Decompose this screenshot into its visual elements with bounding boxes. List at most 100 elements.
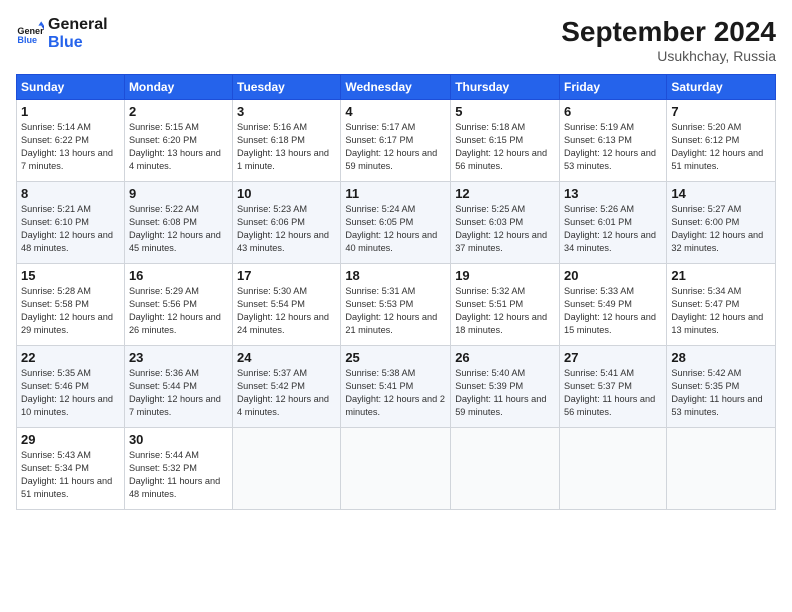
table-row: 10 Sunrise: 5:23 AMSunset: 6:06 PMDaylig… [233, 182, 341, 264]
calendar-week-row: 8 Sunrise: 5:21 AMSunset: 6:10 PMDayligh… [17, 182, 776, 264]
table-row: 8 Sunrise: 5:21 AMSunset: 6:10 PMDayligh… [17, 182, 125, 264]
day-number: 13 [564, 186, 662, 201]
table-row: 22 Sunrise: 5:35 AMSunset: 5:46 PMDaylig… [17, 346, 125, 428]
day-info: Sunrise: 5:19 AMSunset: 6:13 PMDaylight:… [564, 122, 656, 171]
day-info: Sunrise: 5:31 AMSunset: 5:53 PMDaylight:… [345, 286, 437, 335]
table-row: 28 Sunrise: 5:42 AMSunset: 5:35 PMDaylig… [667, 346, 776, 428]
logo-general: General [48, 16, 108, 34]
table-row: 2 Sunrise: 5:15 AMSunset: 6:20 PMDayligh… [124, 100, 232, 182]
day-info: Sunrise: 5:25 AMSunset: 6:03 PMDaylight:… [455, 204, 547, 253]
day-info: Sunrise: 5:24 AMSunset: 6:05 PMDaylight:… [345, 204, 437, 253]
day-number: 7 [671, 104, 771, 119]
col-sunday: Sunday [17, 75, 125, 100]
day-info: Sunrise: 5:40 AMSunset: 5:39 PMDaylight:… [455, 368, 546, 417]
day-info: Sunrise: 5:43 AMSunset: 5:34 PMDaylight:… [21, 450, 112, 499]
day-info: Sunrise: 5:42 AMSunset: 5:35 PMDaylight:… [671, 368, 762, 417]
logo: General Blue General Blue [16, 16, 108, 51]
day-number: 3 [237, 104, 336, 119]
col-thursday: Thursday [451, 75, 560, 100]
table-row [667, 428, 776, 510]
table-row: 15 Sunrise: 5:28 AMSunset: 5:58 PMDaylig… [17, 264, 125, 346]
day-info: Sunrise: 5:16 AMSunset: 6:18 PMDaylight:… [237, 122, 329, 171]
day-info: Sunrise: 5:20 AMSunset: 6:12 PMDaylight:… [671, 122, 763, 171]
day-number: 28 [671, 350, 771, 365]
logo-blue: Blue [48, 34, 108, 52]
day-info: Sunrise: 5:14 AMSunset: 6:22 PMDaylight:… [21, 122, 113, 171]
day-number: 16 [129, 268, 228, 283]
table-row: 26 Sunrise: 5:40 AMSunset: 5:39 PMDaylig… [451, 346, 560, 428]
col-friday: Friday [560, 75, 667, 100]
day-number: 11 [345, 186, 446, 201]
day-info: Sunrise: 5:18 AMSunset: 6:15 PMDaylight:… [455, 122, 547, 171]
day-info: Sunrise: 5:35 AMSunset: 5:46 PMDaylight:… [21, 368, 113, 417]
title-block: September 2024 Usukhchay, Russia [561, 16, 776, 64]
col-saturday: Saturday [667, 75, 776, 100]
day-number: 17 [237, 268, 336, 283]
day-info: Sunrise: 5:29 AMSunset: 5:56 PMDaylight:… [129, 286, 221, 335]
day-info: Sunrise: 5:32 AMSunset: 5:51 PMDaylight:… [455, 286, 547, 335]
logo-icon: General Blue [16, 20, 44, 48]
table-row: 27 Sunrise: 5:41 AMSunset: 5:37 PMDaylig… [560, 346, 667, 428]
day-info: Sunrise: 5:36 AMSunset: 5:44 PMDaylight:… [129, 368, 221, 417]
day-number: 14 [671, 186, 771, 201]
table-row: 7 Sunrise: 5:20 AMSunset: 6:12 PMDayligh… [667, 100, 776, 182]
day-info: Sunrise: 5:38 AMSunset: 5:41 PMDaylight:… [345, 368, 445, 417]
table-row [233, 428, 341, 510]
table-row: 23 Sunrise: 5:36 AMSunset: 5:44 PMDaylig… [124, 346, 232, 428]
table-row: 19 Sunrise: 5:32 AMSunset: 5:51 PMDaylig… [451, 264, 560, 346]
col-wednesday: Wednesday [341, 75, 451, 100]
day-number: 5 [455, 104, 555, 119]
day-number: 19 [455, 268, 555, 283]
day-number: 12 [455, 186, 555, 201]
day-number: 6 [564, 104, 662, 119]
day-info: Sunrise: 5:37 AMSunset: 5:42 PMDaylight:… [237, 368, 329, 417]
day-number: 25 [345, 350, 446, 365]
day-info: Sunrise: 5:34 AMSunset: 5:47 PMDaylight:… [671, 286, 763, 335]
table-row [341, 428, 451, 510]
table-row: 24 Sunrise: 5:37 AMSunset: 5:42 PMDaylig… [233, 346, 341, 428]
day-info: Sunrise: 5:26 AMSunset: 6:01 PMDaylight:… [564, 204, 656, 253]
table-row: 11 Sunrise: 5:24 AMSunset: 6:05 PMDaylig… [341, 182, 451, 264]
calendar-page: General Blue General Blue September 2024… [0, 0, 792, 612]
calendar-week-row: 29 Sunrise: 5:43 AMSunset: 5:34 PMDaylig… [17, 428, 776, 510]
calendar-week-row: 1 Sunrise: 5:14 AMSunset: 6:22 PMDayligh… [17, 100, 776, 182]
month-title: September 2024 [561, 16, 776, 48]
table-row: 18 Sunrise: 5:31 AMSunset: 5:53 PMDaylig… [341, 264, 451, 346]
day-info: Sunrise: 5:30 AMSunset: 5:54 PMDaylight:… [237, 286, 329, 335]
day-number: 23 [129, 350, 228, 365]
col-monday: Monday [124, 75, 232, 100]
day-number: 27 [564, 350, 662, 365]
table-row: 14 Sunrise: 5:27 AMSunset: 6:00 PMDaylig… [667, 182, 776, 264]
table-row: 30 Sunrise: 5:44 AMSunset: 5:32 PMDaylig… [124, 428, 232, 510]
day-info: Sunrise: 5:15 AMSunset: 6:20 PMDaylight:… [129, 122, 221, 171]
table-row: 16 Sunrise: 5:29 AMSunset: 5:56 PMDaylig… [124, 264, 232, 346]
day-info: Sunrise: 5:27 AMSunset: 6:00 PMDaylight:… [671, 204, 763, 253]
day-info: Sunrise: 5:23 AMSunset: 6:06 PMDaylight:… [237, 204, 329, 253]
day-number: 1 [21, 104, 120, 119]
table-row: 5 Sunrise: 5:18 AMSunset: 6:15 PMDayligh… [451, 100, 560, 182]
table-row: 17 Sunrise: 5:30 AMSunset: 5:54 PMDaylig… [233, 264, 341, 346]
day-number: 8 [21, 186, 120, 201]
location: Usukhchay, Russia [561, 48, 776, 64]
table-row: 25 Sunrise: 5:38 AMSunset: 5:41 PMDaylig… [341, 346, 451, 428]
header: General Blue General Blue September 2024… [16, 16, 776, 64]
day-number: 4 [345, 104, 446, 119]
day-number: 21 [671, 268, 771, 283]
col-tuesday: Tuesday [233, 75, 341, 100]
calendar-week-row: 22 Sunrise: 5:35 AMSunset: 5:46 PMDaylig… [17, 346, 776, 428]
day-info: Sunrise: 5:28 AMSunset: 5:58 PMDaylight:… [21, 286, 113, 335]
day-info: Sunrise: 5:33 AMSunset: 5:49 PMDaylight:… [564, 286, 656, 335]
table-row [451, 428, 560, 510]
calendar-week-row: 15 Sunrise: 5:28 AMSunset: 5:58 PMDaylig… [17, 264, 776, 346]
day-number: 18 [345, 268, 446, 283]
day-info: Sunrise: 5:21 AMSunset: 6:10 PMDaylight:… [21, 204, 113, 253]
day-info: Sunrise: 5:44 AMSunset: 5:32 PMDaylight:… [129, 450, 220, 499]
svg-text:Blue: Blue [17, 35, 37, 45]
table-row: 1 Sunrise: 5:14 AMSunset: 6:22 PMDayligh… [17, 100, 125, 182]
day-number: 22 [21, 350, 120, 365]
day-info: Sunrise: 5:17 AMSunset: 6:17 PMDaylight:… [345, 122, 437, 171]
table-row: 12 Sunrise: 5:25 AMSunset: 6:03 PMDaylig… [451, 182, 560, 264]
day-number: 26 [455, 350, 555, 365]
day-number: 2 [129, 104, 228, 119]
day-number: 20 [564, 268, 662, 283]
